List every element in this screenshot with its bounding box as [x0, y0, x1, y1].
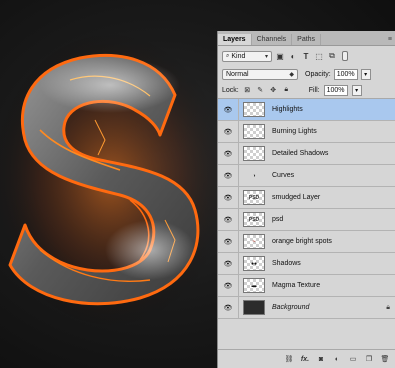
visibility-eye-icon[interactable]: 👁︎ — [218, 209, 239, 230]
layer-row-highlights[interactable]: 👁︎ Highlights — [218, 99, 395, 121]
layer-name: Burning Lights — [272, 128, 317, 135]
filter-row: ⌕ Kind ▾ ▣ ◐ T ⬚ ⧉ — [218, 46, 395, 66]
visibility-eye-icon[interactable]: 👁︎ — [218, 187, 239, 208]
layers-panel: Layers Channels Paths ≡ ⌕ Kind ▾ ▣ ◐ T ⬚… — [217, 31, 395, 368]
layer-thumbnail — [243, 146, 265, 161]
add-mask-icon[interactable]: ◙ — [316, 354, 326, 364]
layer-row-detailed-shadows[interactable]: 👁︎ Detailed Shadows — [218, 143, 395, 165]
adjustment-layer-icon[interactable]: ◐ — [332, 354, 342, 364]
lock-icon: 🔒︎ — [386, 303, 390, 311]
visibility-eye-icon[interactable]: 👁︎ — [218, 275, 239, 296]
layer-name: Curves — [272, 172, 295, 179]
fill-label: Fill: — [308, 86, 320, 94]
tab-paths[interactable]: Paths — [292, 34, 322, 45]
tab-layers[interactable]: Layers — [218, 34, 252, 45]
layer-row-curves[interactable]: 👁︎ ◑ Curves — [218, 165, 395, 187]
search-icon: ⌕ — [226, 52, 230, 59]
opacity-slider-toggle[interactable]: ▾ — [360, 68, 371, 80]
layer-name: orange bright spots — [272, 238, 332, 245]
shape-filter-icon[interactable]: ⬚ — [314, 51, 324, 61]
type-filter-icon[interactable]: T — [301, 51, 311, 61]
lock-row: Lock: ⊠ ✎ ✥ 🔒︎ Fill: 100% ▾ — [218, 82, 395, 99]
filter-toggle[interactable] — [342, 51, 348, 61]
layer-name: Highlights — [272, 106, 303, 113]
lock-pixels-icon[interactable]: ✎ — [256, 86, 265, 95]
panel-tabs: Layers Channels Paths ≡ — [218, 31, 395, 46]
layer-row-shadows[interactable]: 👁︎ ●● Shadows — [218, 253, 395, 275]
chevron-down-icon: ▾ — [264, 53, 268, 60]
layer-name: Background — [272, 304, 310, 311]
layer-thumbnail — [243, 124, 265, 139]
lock-all-icon[interactable]: 🔒︎ — [282, 86, 291, 95]
layer-row-magma-texture[interactable]: 👁︎ ▬ Magma Texture — [218, 275, 395, 297]
link-layers-icon[interactable]: ⛓︎ — [284, 354, 294, 364]
visibility-eye-icon[interactable]: 👁︎ — [218, 99, 239, 120]
new-group-icon[interactable]: ▭ — [348, 354, 358, 364]
smart-object-filter-icon[interactable]: ⧉ — [327, 51, 337, 61]
layer-name: Magma Texture — [272, 282, 321, 289]
tab-channels[interactable]: Channels — [252, 34, 293, 45]
visibility-eye-icon[interactable]: 👁︎ — [218, 297, 239, 318]
layer-thumbnail: ●● — [243, 256, 265, 271]
layer-row-background[interactable]: 👁︎ Background 🔒︎ — [218, 297, 395, 319]
opacity-input[interactable]: 100% — [333, 68, 358, 80]
visibility-eye-icon[interactable]: 👁︎ — [218, 143, 239, 164]
smart-object-thumbnail: PSD — [243, 212, 265, 227]
kind-filter-select[interactable]: ⌕ Kind ▾ — [222, 50, 272, 62]
layer-row-burning-lights[interactable]: 👁︎ Burning Lights — [218, 121, 395, 143]
panel-menu-icon[interactable]: ≡ — [384, 34, 395, 45]
layer-thumbnail — [243, 300, 265, 315]
blend-mode-select[interactable]: Normal ◆ — [222, 68, 298, 80]
layer-name: smudged Layer — [272, 194, 321, 201]
fill-input[interactable]: 100% — [323, 84, 348, 96]
layer-thumbnail — [243, 102, 265, 117]
blend-row: Normal ◆ Opacity: 100% ▾ — [218, 66, 395, 82]
layer-row-smudged[interactable]: 👁︎ PSD smudged Layer — [218, 187, 395, 209]
visibility-eye-icon[interactable]: 👁︎ — [218, 231, 239, 252]
blend-mode-value: Normal — [226, 70, 249, 78]
opacity-label: Opacity: — [305, 70, 331, 78]
lock-position-icon[interactable]: ✥ — [269, 86, 278, 95]
layer-name: psd — [272, 216, 284, 223]
layer-row-orange-bright-spots[interactable]: 👁︎ ~ orange bright spots — [218, 231, 395, 253]
lock-label: Lock: — [222, 86, 239, 94]
layer-thumbnail: ▬ — [243, 278, 265, 293]
visibility-eye-icon[interactable]: 👁︎ — [218, 121, 239, 142]
visibility-eye-icon[interactable]: 👁︎ — [218, 165, 239, 186]
visibility-eye-icon[interactable]: 👁︎ — [218, 253, 239, 274]
smart-object-thumbnail: PSD — [243, 190, 265, 205]
new-layer-icon[interactable]: ❐ — [364, 354, 374, 364]
layer-thumbnail: ~ — [243, 234, 265, 249]
layer-list: 👁︎ Highlights 👁︎ Burning Lights 👁︎ Detai… — [218, 99, 395, 319]
image-filter-icon[interactable]: ▣ — [275, 51, 285, 61]
delete-layer-icon[interactable]: 🗑︎ — [380, 354, 390, 364]
fill-slider-toggle[interactable]: ▾ — [351, 84, 362, 96]
layer-row-psd[interactable]: 👁︎ PSD psd — [218, 209, 395, 231]
layer-name: Detailed Shadows — [272, 150, 329, 157]
adjustment-filter-icon[interactable]: ◐ — [288, 51, 298, 61]
kind-filter-label: Kind — [231, 52, 246, 60]
molten-s-artwork — [0, 30, 217, 330]
lock-transparent-icon[interactable]: ⊠ — [243, 86, 252, 95]
chevron-down-icon: ◆ — [289, 71, 294, 78]
layer-name: Shadows — [272, 260, 301, 267]
fx-icon[interactable]: fx. — [300, 354, 310, 364]
layers-footer: ⛓︎ fx. ◙ ◐ ▭ ❐ 🗑︎ — [218, 349, 395, 368]
adjustment-layer-icon: ◑ — [252, 172, 256, 179]
